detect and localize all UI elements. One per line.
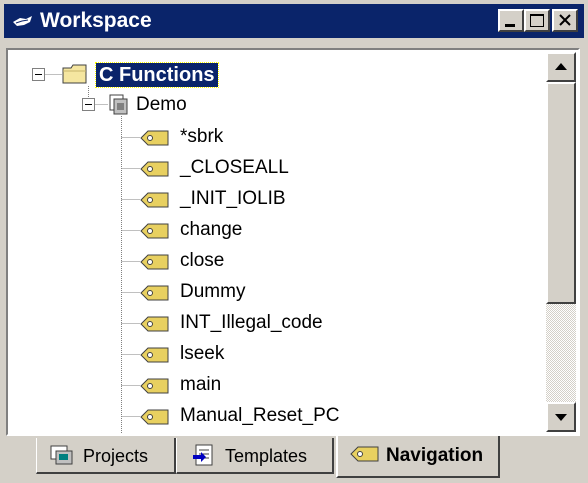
collapse-toggle[interactable] [32,68,45,81]
tree-item-label: _CLOSEALL [180,157,289,178]
minimize-icon [505,24,515,27]
collapse-toggle[interactable] [82,98,95,111]
window-title: Workspace [40,9,152,32]
function-tag-icon [140,378,169,394]
tab-label: Navigation [386,445,484,466]
tab-strip: Projects Templates Navigation [0,436,588,483]
tree-item-label: close [180,250,225,271]
tab-label: Projects [83,446,149,466]
tab-navigation[interactable]: Navigation [336,436,500,478]
function-tag-icon [140,161,169,177]
tree-item[interactable]: lseek [8,339,538,369]
workspace-window: Workspace C Functions Demo *sbrk _CLOSEA… [0,0,588,483]
maximize-icon [530,14,544,27]
vertical-scrollbar[interactable] [546,52,576,432]
tree-item[interactable]: main [8,370,538,400]
scroll-down-button[interactable] [546,402,576,432]
function-tag-icon [140,347,169,363]
close-icon [559,14,571,26]
function-tag-icon [140,192,169,208]
title-bar[interactable]: Workspace [4,4,584,38]
folder-icon [62,64,87,84]
tab-projects[interactable]: Projects [36,438,176,474]
projects-icon [50,445,73,465]
tab-templates[interactable]: Templates [176,438,334,474]
project-icon [109,94,128,115]
minimize-button[interactable] [498,9,524,32]
tree-item[interactable]: _INIT_IOLIB [8,184,538,214]
tree-item-label: _INIT_IOLIB [180,188,286,209]
tree-view[interactable]: C Functions Demo *sbrk _CLOSEALL _INIT_I… [6,48,580,436]
templates-icon [193,444,213,466]
function-tag-icon [140,254,169,270]
tree-item-label: *sbrk [180,126,224,147]
function-tag-icon [140,223,169,239]
tree-item[interactable]: change [8,215,538,245]
maximize-button[interactable] [524,9,550,32]
scroll-up-button[interactable] [546,52,576,82]
function-tag-icon [140,285,169,301]
tree-item-label: lseek [180,343,225,364]
function-tag-icon [140,409,169,425]
tree-item-label: main [180,374,222,395]
tree-item[interactable]: *sbrk [8,122,538,152]
arrow-down-icon [555,414,567,421]
tab-label: Templates [225,446,308,466]
tree-project-label: Demo [136,94,187,115]
tree-node-project[interactable]: Demo [8,90,538,120]
scroll-thumb[interactable] [546,82,576,304]
tree-item-label: Manual_Reset_PC [180,405,340,426]
arrow-up-icon [555,63,567,70]
tree-root-label: C Functions [95,62,219,88]
tree-item-label: Dummy [180,281,246,302]
tree-item[interactable]: _CLOSEALL [8,153,538,183]
tree-item-label: change [180,219,243,240]
close-button[interactable] [552,9,578,32]
tree-item[interactable]: close [8,246,538,276]
tree-item[interactable]: Dummy [8,277,538,307]
tree-item[interactable]: Manual_Reset_PC [8,401,538,431]
tree-node-root[interactable]: C Functions [8,60,538,90]
tree-item[interactable]: INT_Illegal_code [8,308,538,338]
function-tag-icon [140,316,169,332]
scroll-track[interactable] [546,304,576,402]
navigation-icon [350,446,379,462]
workspace-icon [13,16,32,26]
function-tag-icon [140,130,169,146]
tree-item-label: INT_Illegal_code [180,312,323,333]
